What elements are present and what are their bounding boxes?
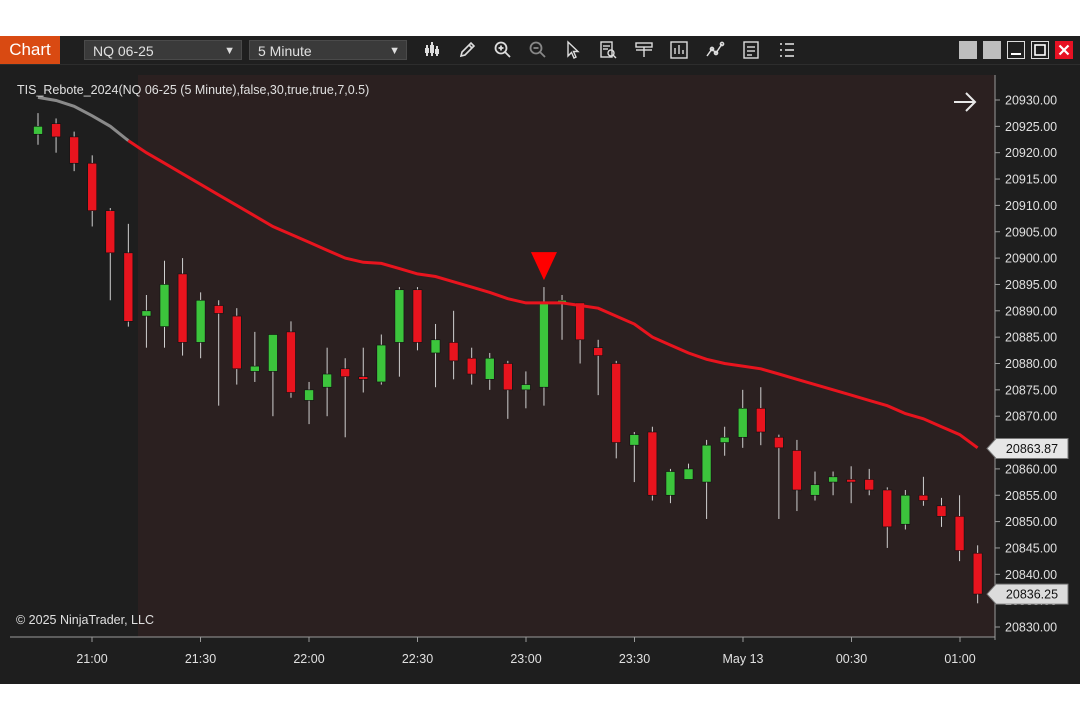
candle-down[interactable] [286, 321, 296, 398]
x-tick-label: 23:00 [510, 652, 541, 666]
svg-text:20836.25: 20836.25 [1006, 588, 1058, 602]
candle-up[interactable] [900, 489, 911, 530]
indicator-label: TIS_Rebote_2024(NQ 06-25 (5 Minute),fals… [17, 83, 369, 97]
x-tick-label: 22:30 [402, 652, 433, 666]
candle-down[interactable] [647, 426, 658, 501]
price-chart[interactable]: 20830.0020835.0020840.0020845.0020850.00… [0, 36, 1080, 684]
x-tick-label: 01:00 [944, 652, 975, 666]
y-tick-label: 20905.00 [1005, 225, 1057, 239]
y-tick-label: 20920.00 [1005, 146, 1057, 160]
y-tick-label: 20840.00 [1005, 568, 1057, 582]
svg-text:20863.87: 20863.87 [1006, 442, 1058, 456]
copyright-label: © 2025 NinjaTrader, LLC [16, 613, 154, 627]
y-tick-label: 20885.00 [1005, 331, 1057, 345]
x-tick-label: 21:30 [185, 652, 216, 666]
chart-window: Chart NQ 06-25 ▼ 5 Minute ▼ 20830.00 208… [0, 36, 1080, 684]
y-tick-label: 20890.00 [1005, 304, 1057, 318]
candle-down[interactable] [412, 287, 423, 351]
x-tick-label: 21:00 [76, 652, 107, 666]
x-tick-label: 22:00 [293, 652, 324, 666]
y-tick-label: 20915.00 [1005, 173, 1057, 187]
x-tick-label: May 13 [723, 652, 764, 666]
y-tick-label: 20870.00 [1005, 410, 1057, 424]
x-tick-label: 23:30 [619, 652, 650, 666]
y-tick-label: 20900.00 [1005, 252, 1057, 266]
y-tick-label: 20850.00 [1005, 515, 1057, 529]
y-tick-label: 20845.00 [1005, 541, 1057, 555]
price-marker: 20836.25 [986, 583, 1069, 605]
x-tick-label: 00:30 [836, 652, 867, 666]
y-tick-label: 20875.00 [1005, 383, 1057, 397]
y-tick-label: 20860.00 [1005, 462, 1057, 476]
y-tick-label: 20910.00 [1005, 199, 1057, 213]
price-marker: 20863.87 [986, 438, 1069, 460]
y-tick-label: 20880.00 [1005, 357, 1057, 371]
y-tick-label: 20830.00 [1005, 621, 1057, 635]
y-tick-label: 20895.00 [1005, 278, 1057, 292]
y-tick-label: 20925.00 [1005, 120, 1057, 134]
y-tick-label: 20930.00 [1005, 94, 1057, 108]
y-tick-label: 20855.00 [1005, 489, 1057, 503]
